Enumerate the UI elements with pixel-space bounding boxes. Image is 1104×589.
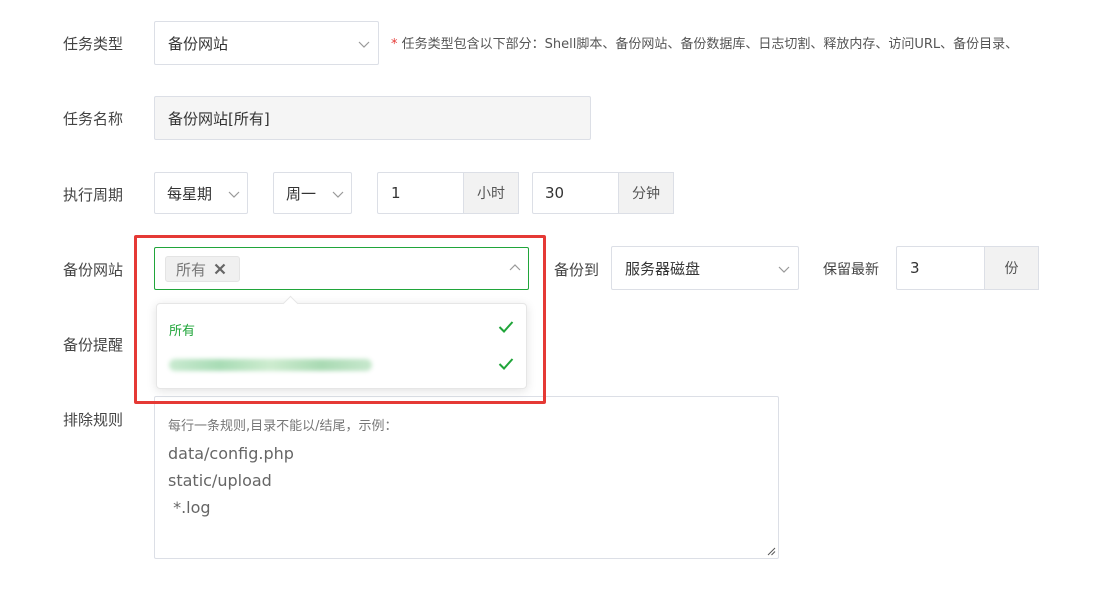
exclude-label: 排除规则 [63,411,124,429]
task-type-hint-text: 任务类型包含以下部分：Shell脚本、备份网站、备份数据库、日志切割、释放内存、… [401,37,1019,52]
dropdown-option-site[interactable] [157,346,526,382]
task-type-hint: * 任务类型包含以下部分：Shell脚本、备份网站、备份数据库、日志切割、释放内… [391,33,1018,52]
task-name-label: 任务名称 [63,110,124,128]
site-dropdown: 所有 [156,295,527,389]
selected-tag: 所有 [165,256,241,282]
check-icon [498,358,514,370]
exclude-placeholder-line: data/config.php [168,444,294,463]
chevron-down-icon [332,191,344,198]
chevron-down-icon [778,266,790,273]
keep-latest-value: 3 [910,259,920,277]
backup-to-value: 服务器磁盘 [625,259,701,278]
cycle-hour-input[interactable]: 1 [377,172,465,214]
cycle-weekday-select[interactable]: 周一 [273,172,352,214]
task-name-value: 备份网站[所有] [168,109,270,128]
cycle-label: 执行周期 [63,186,124,204]
keep-unit-addon: 份 [984,246,1039,290]
keep-latest-label: 保留最新 [823,262,879,278]
cycle-weekday-value: 周一 [286,184,317,203]
task-type-value: 备份网站 [168,34,229,53]
task-type-select[interactable]: 备份网站 [154,21,379,65]
task-name-input[interactable]: 备份网站[所有] [154,96,591,140]
backup-to-select[interactable]: 服务器磁盘 [611,246,799,290]
hour-unit-addon: 小时 [463,172,519,214]
exclude-placeholder-line: *.log [168,498,211,517]
blurred-site-name [169,359,372,371]
minute-unit-addon: 分钟 [618,172,674,214]
cycle-period-value: 每星期 [167,184,213,203]
cycle-hour-value: 1 [391,184,401,202]
reminder-label: 备份提醒 [63,336,124,354]
exclude-placeholder-line: 每行一条规则,目录不能以/结尾，示例： [168,419,398,434]
exclude-textarea[interactable]: 每行一条规则,目录不能以/结尾，示例： data/config.php stat… [154,396,779,559]
cycle-minute-value: 30 [545,184,565,202]
required-star: * [391,37,398,52]
chevron-up-icon [509,264,521,271]
backup-to-label: 备份到 [554,261,600,279]
task-type-label: 任务类型 [63,35,124,53]
exclude-placeholder-line: static/upload [168,471,272,490]
option-label: 所有 [169,324,196,339]
keep-latest-input[interactable]: 3 [896,246,986,290]
backup-site-select[interactable]: 所有 [154,247,529,290]
chevron-down-icon [228,191,240,198]
close-icon[interactable] [214,263,226,275]
backup-site-label: 备份网站 [63,261,124,279]
chevron-down-icon [358,41,370,48]
check-icon [498,321,514,333]
cycle-minute-input[interactable]: 30 [532,172,620,214]
dropdown-arrow [282,295,299,312]
selected-tag-label: 所有 [176,260,207,279]
dropdown-option-all[interactable]: 所有 [157,310,526,346]
resize-handle-icon[interactable] [767,547,776,556]
cycle-period-select[interactable]: 每星期 [154,172,248,214]
